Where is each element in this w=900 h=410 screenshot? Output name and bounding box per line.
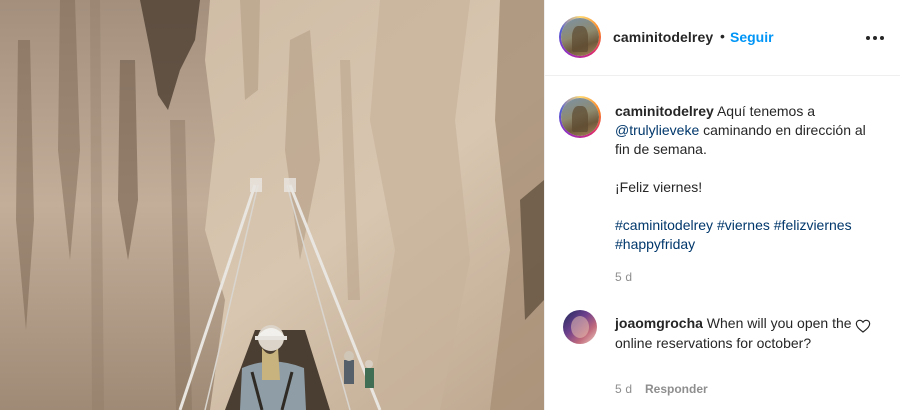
- header-separator: •: [720, 28, 725, 44]
- comment-avatar[interactable]: [563, 310, 597, 344]
- post-photo[interactable]: [0, 0, 544, 410]
- hashtag-link[interactable]: #happyfriday: [615, 236, 695, 252]
- caption-hashtags: #caminitodelrey #viernes #felizviernes #…: [615, 216, 875, 254]
- avatar-image: [561, 18, 599, 56]
- header-username[interactable]: caminitodelrey: [613, 29, 713, 45]
- more-dot: [866, 36, 870, 40]
- comment-username[interactable]: joaomgrocha: [615, 315, 703, 331]
- comment-item: joaomgrocha When will you open the onlin…: [615, 313, 855, 353]
- post-caption: caminitodelrey Aquí tenemos a @trulyliev…: [615, 102, 875, 254]
- caption-line-2: ¡Feliz viernes!: [615, 179, 703, 195]
- photo-canvas: [0, 0, 544, 410]
- caption-text-before-mention: Aquí tenemos a: [716, 103, 816, 119]
- more-dot: [873, 36, 877, 40]
- header-avatar[interactable]: [559, 16, 601, 58]
- post-side-panel: caminitodelrey • Seguir caminitodelrey A…: [544, 0, 900, 410]
- comment-timestamp[interactable]: 5 d: [615, 382, 632, 396]
- reply-button[interactable]: Responder: [645, 382, 708, 396]
- avatar-image: [561, 98, 599, 136]
- caption-username[interactable]: caminitodelrey: [615, 103, 714, 119]
- follow-button[interactable]: Seguir: [730, 29, 774, 45]
- caption-timestamp[interactable]: 5 d: [615, 270, 632, 284]
- more-options-icon[interactable]: [863, 26, 887, 50]
- caption-line-1: caminitodelrey Aquí tenemos a @trulyliev…: [615, 102, 875, 159]
- caption-mention[interactable]: @trulylieveke: [615, 122, 699, 138]
- hashtag-link[interactable]: #viernes: [717, 217, 770, 233]
- hashtag-link[interactable]: #caminitodelrey: [615, 217, 713, 233]
- post-header: caminitodelrey • Seguir: [545, 0, 900, 76]
- more-dot: [880, 36, 884, 40]
- caption-avatar[interactable]: [559, 96, 601, 138]
- hashtag-link[interactable]: #felizviernes: [774, 217, 852, 233]
- heart-outline-icon[interactable]: [855, 318, 871, 334]
